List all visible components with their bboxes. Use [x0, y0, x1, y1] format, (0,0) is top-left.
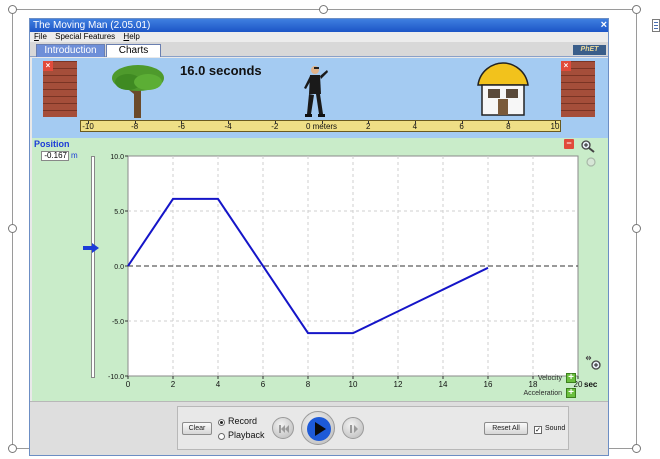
tab-charts[interactable]: Charts — [106, 44, 161, 57]
menu-help[interactable]: Help — [123, 32, 139, 41]
sound-checkbox[interactable]: ✓ — [534, 426, 542, 434]
simulation-window: The Moving Man (2.05.01) × File Special … — [29, 18, 609, 456]
add-acceleration-chart-button[interactable]: + — [566, 388, 576, 398]
x-tick-label: 8 — [306, 380, 311, 389]
acceleration-label: Acceleration — [523, 390, 562, 397]
ruler-tick-mark — [555, 121, 556, 124]
position-chart: 0 2 4 6 8 10 12 14 16 18 20 sec10.05.00.0-5.0-10.0 — [108, 154, 598, 389]
x-tick-label: 0 — [126, 380, 131, 389]
x-unit-label: sec — [584, 380, 598, 389]
tab-bar: Introduction Charts PhET — [30, 42, 608, 57]
zoom-out-icon-disabled — [586, 157, 596, 167]
time-readout: 16.0 seconds — [180, 63, 262, 78]
resize-handle-top[interactable] — [319, 5, 328, 14]
step-forward-button[interactable] — [342, 417, 364, 439]
ruler-tick-mark — [461, 121, 463, 124]
x-tick-label: 4 — [216, 380, 221, 389]
ruler-tick-mark — [414, 121, 416, 124]
rewind-button[interactable] — [272, 417, 294, 439]
play-button[interactable] — [301, 411, 335, 445]
ruler-tick-mark — [368, 121, 370, 124]
playback-controls: Clear Record Playback Reset All ✓ Sound — [177, 406, 569, 450]
menu-special-features[interactable]: Special Features — [55, 32, 115, 41]
play-icon — [307, 417, 331, 441]
resize-handle-top-left[interactable] — [8, 5, 17, 14]
record-label: Record — [228, 416, 258, 426]
ruler-tick-mark — [181, 121, 183, 124]
x-tick-label: 14 — [439, 380, 448, 389]
left-wall-close-icon[interactable]: × — [43, 61, 53, 71]
add-velocity-chart-button[interactable]: + — [566, 373, 576, 383]
y-tick-label: -5.0 — [112, 319, 124, 326]
close-icon[interactable]: × — [601, 19, 607, 32]
clear-button[interactable]: Clear — [182, 422, 212, 435]
reset-all-button[interactable]: Reset All — [484, 422, 528, 435]
y-tick-label: 5.0 — [114, 209, 124, 216]
control-strip: Clear Record Playback Reset All ✓ Sound — [30, 401, 608, 455]
resize-handle-right[interactable] — [632, 224, 641, 233]
y-tick-label: 10.0 — [110, 154, 124, 161]
house-icon — [477, 62, 529, 116]
play-area: × × 16.0 seconds -10 -8 -6 -4 -2 0 meter… — [32, 58, 608, 138]
tab-introduction[interactable]: Introduction — [36, 44, 105, 57]
phet-logo: PhET — [573, 45, 606, 55]
y-tick-label: -10.0 — [108, 374, 124, 381]
x-tick-label: 12 — [394, 380, 403, 389]
playback-label: Playback — [228, 430, 265, 440]
ruler-tick-mark — [508, 121, 510, 124]
x-tick-label: 16 — [484, 380, 493, 389]
layout-options-icon[interactable] — [652, 19, 660, 32]
y-tick-label: 0.0 — [114, 264, 124, 271]
minimize-chart-button[interactable]: − — [564, 139, 574, 149]
x-tick-label: 6 — [261, 380, 266, 389]
tree-icon — [112, 65, 164, 118]
position-ruler: -10 -8 -6 -4 -2 0 meters 2 4 6 8 10 — [80, 120, 561, 132]
x-tick-label: 2 — [171, 380, 176, 389]
step-forward-icon — [350, 425, 358, 433]
horizontal-zoom-icon[interactable] — [584, 355, 604, 373]
ruler-tick-mark — [274, 121, 276, 124]
window-title: The Moving Man (2.05.01) — [33, 20, 151, 31]
record-radio[interactable] — [218, 419, 225, 426]
resize-handle-top-right[interactable] — [632, 5, 641, 14]
ruler-tick-mark — [88, 121, 89, 124]
chart-panel: Position -0.167 m 0 2 4 6 8 10 12 14 16 18 20 sec 10… — [32, 138, 608, 401]
ruler-tick-mark — [321, 121, 323, 124]
ruler-tick-mark — [134, 121, 136, 124]
moving-man-icon[interactable] — [302, 64, 330, 118]
velocity-label: Velocity — [537, 375, 562, 382]
right-wall-close-icon[interactable]: × — [561, 61, 571, 71]
resize-handle-bottom-right[interactable] — [632, 444, 641, 453]
sound-label: Sound — [545, 425, 566, 432]
menu-bar: File Special Features Help — [30, 32, 608, 42]
resize-handle-bottom-left[interactable] — [8, 444, 17, 453]
ruler-tick-mark — [228, 121, 230, 124]
title-bar: The Moving Man (2.05.01) × — [30, 19, 608, 32]
playback-radio[interactable] — [218, 433, 225, 440]
document-canvas: The Moving Man (2.05.01) × File Special … — [0, 0, 660, 459]
rewind-icon — [279, 425, 289, 433]
resize-handle-left[interactable] — [8, 224, 17, 233]
x-tick-label: 10 — [349, 380, 358, 389]
menu-file[interactable]: File — [34, 32, 47, 41]
zoom-in-icon[interactable] — [580, 139, 596, 153]
